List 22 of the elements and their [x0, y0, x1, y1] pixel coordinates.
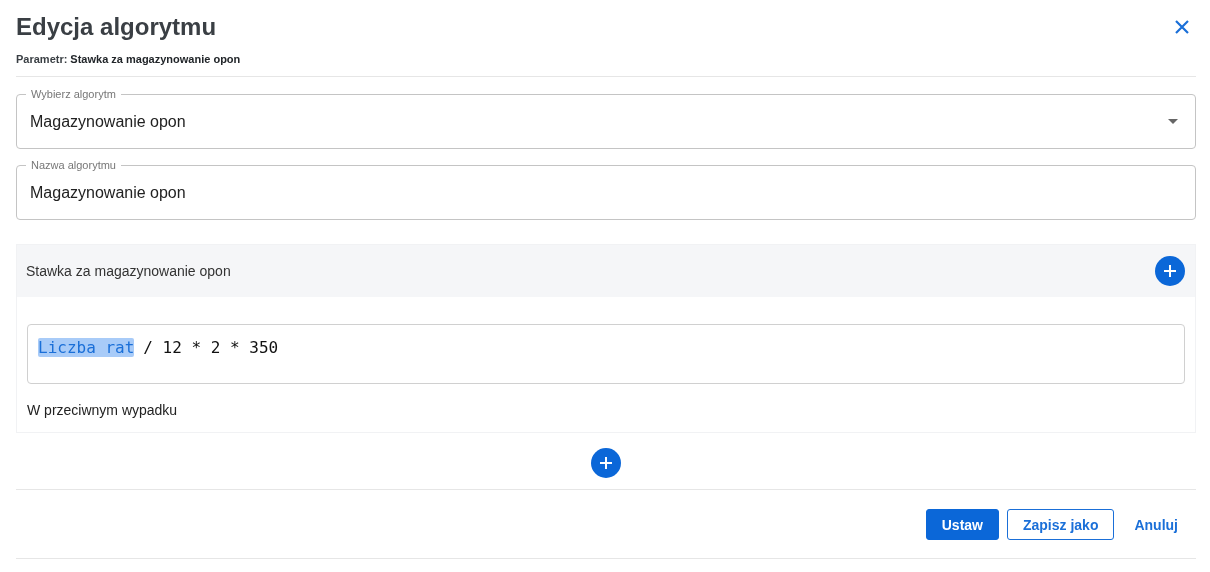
else-label: W przeciwnym wypadku: [27, 402, 179, 418]
dialog-title: Edycja algorytmu: [16, 13, 217, 41]
field-value: Magazynowanie opon: [30, 183, 187, 202]
algorithm-select[interactable]: Wybierz algorytm Magazynowanie opon: [16, 88, 1196, 149]
section-title: Stawka za magazynowanie opon: [26, 263, 231, 279]
action-button[interactable]: Zapisz jako: [1007, 509, 1115, 540]
field-label: Nazwa algorytmu: [30, 159, 117, 172]
add-button[interactable]: [591, 448, 621, 478]
plus-icon: [599, 456, 613, 470]
formula-editor[interactable]: Liczba rat / 12 * 2 * 350: [27, 324, 1185, 384]
plus-icon: [1163, 264, 1177, 278]
add-button[interactable]: [1155, 256, 1185, 286]
formula-text: / 12 * 2 * 350: [143, 338, 279, 357]
caret-icon: [1168, 119, 1178, 124]
parameter-value: Stawka za magazynowanie opon: [70, 53, 241, 65]
variable-token[interactable]: Liczba rat: [38, 338, 135, 357]
field-value: Magazynowanie opon: [30, 112, 187, 131]
action-button[interactable]: Ustaw: [925, 509, 999, 540]
parameter-label: Parametr:: [16, 53, 68, 65]
field-label: Wybierz algorytm: [30, 88, 117, 101]
algorithm-name-field[interactable]: Nazwa algorytmu Magazynowanie opon: [16, 159, 1196, 220]
cancel-link[interactable]: Anuluj: [1122, 509, 1178, 540]
